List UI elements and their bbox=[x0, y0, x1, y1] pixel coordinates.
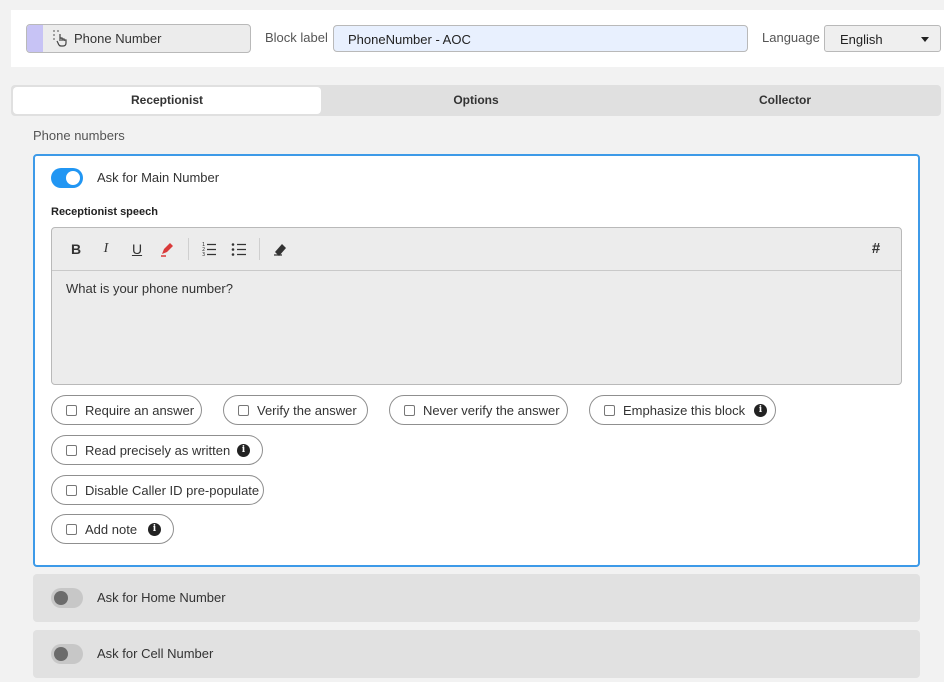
editor-toolbar: B I U 123 # bbox=[52, 228, 901, 271]
checkbox-box[interactable] bbox=[66, 524, 77, 535]
info-icon[interactable]: i bbox=[754, 404, 767, 417]
toggle-knob bbox=[66, 171, 80, 185]
language-select[interactable]: English bbox=[824, 25, 941, 52]
read-precisely-checkbox[interactable]: Read precisely as written i bbox=[51, 435, 263, 465]
speech-text[interactable]: What is your phone number? bbox=[66, 281, 233, 296]
bold-icon[interactable]: B bbox=[67, 240, 85, 258]
tab-options[interactable]: Options bbox=[321, 87, 631, 114]
toggle-knob bbox=[54, 591, 68, 605]
home-number-panel[interactable]: Ask for Home Number bbox=[33, 574, 920, 622]
option-label: Verify the answer bbox=[257, 403, 357, 418]
option-label: Disable Caller ID pre-populate bbox=[85, 483, 260, 498]
main-number-panel: Ask for Main Number Receptionist speech … bbox=[33, 154, 920, 567]
emphasize-block-checkbox[interactable]: Emphasize this block i bbox=[589, 395, 776, 425]
svg-text:3: 3 bbox=[202, 252, 205, 258]
home-number-toggle[interactable] bbox=[51, 588, 83, 608]
eraser-icon[interactable] bbox=[271, 240, 289, 258]
home-number-label: Ask for Home Number bbox=[97, 590, 226, 605]
checkbox-box[interactable] bbox=[604, 405, 615, 416]
cell-number-label: Ask for Cell Number bbox=[97, 646, 214, 661]
checkbox-box[interactable] bbox=[404, 405, 415, 416]
underline-icon[interactable]: U bbox=[128, 240, 146, 258]
checkbox-box[interactable] bbox=[238, 405, 249, 416]
checkbox-box[interactable] bbox=[66, 405, 77, 416]
block-header: Phone Number Block label PhoneNumber - A… bbox=[11, 10, 944, 67]
toggle-knob bbox=[54, 647, 68, 661]
never-verify-checkbox[interactable]: Never verify the answer bbox=[389, 395, 568, 425]
toolbar-separator bbox=[188, 238, 189, 260]
option-label: Read precisely as written bbox=[85, 443, 231, 458]
require-answer-checkbox[interactable]: Require an answer bbox=[51, 395, 202, 425]
highlighter-icon[interactable] bbox=[158, 240, 176, 258]
ordered-list-icon[interactable]: 123 bbox=[200, 240, 218, 258]
verify-answer-checkbox[interactable]: Verify the answer bbox=[223, 395, 368, 425]
drag-hand-icon[interactable] bbox=[52, 29, 68, 47]
block-label-input[interactable]: PhoneNumber - AOC bbox=[333, 25, 748, 52]
option-label: Add note bbox=[85, 522, 138, 537]
disable-caller-id-checkbox[interactable]: Disable Caller ID pre-populate bbox=[51, 475, 264, 505]
block-type-badge[interactable]: Phone Number bbox=[26, 24, 251, 53]
checkbox-box[interactable] bbox=[66, 485, 77, 496]
tab-collector[interactable]: Collector bbox=[631, 87, 939, 114]
block-type-name: Phone Number bbox=[74, 31, 162, 46]
tab-bar: Receptionist Options Collector bbox=[11, 85, 941, 116]
bullet-list-icon[interactable] bbox=[230, 240, 248, 258]
main-number-toggle[interactable] bbox=[51, 168, 83, 188]
toolbar-separator bbox=[259, 238, 260, 260]
option-label: Require an answer bbox=[85, 403, 195, 418]
hash-icon[interactable]: # bbox=[867, 240, 885, 258]
chevron-down-icon bbox=[921, 37, 929, 42]
cell-number-toggle[interactable] bbox=[51, 644, 83, 664]
option-label: Never verify the answer bbox=[423, 403, 560, 418]
speech-editor[interactable]: B I U 123 # What is your phone number? bbox=[51, 227, 902, 385]
receptionist-speech-label: Receptionist speech bbox=[51, 206, 158, 218]
language-caption: Language bbox=[762, 30, 820, 45]
italic-icon[interactable]: I bbox=[97, 240, 115, 258]
info-icon[interactable]: i bbox=[148, 523, 161, 536]
tab-receptionist[interactable]: Receptionist bbox=[13, 87, 321, 114]
block-color-accent bbox=[27, 25, 43, 52]
main-number-label: Ask for Main Number bbox=[97, 170, 220, 185]
language-value: English bbox=[840, 32, 883, 47]
block-label-caption: Block label bbox=[265, 30, 328, 45]
checkbox-box[interactable] bbox=[66, 445, 77, 456]
info-icon[interactable]: i bbox=[237, 444, 250, 457]
cell-number-panel[interactable]: Ask for Cell Number bbox=[33, 630, 920, 678]
option-label: Emphasize this block bbox=[623, 403, 746, 418]
add-note-checkbox[interactable]: Add note i bbox=[51, 514, 174, 544]
section-title: Phone numbers bbox=[33, 128, 125, 143]
